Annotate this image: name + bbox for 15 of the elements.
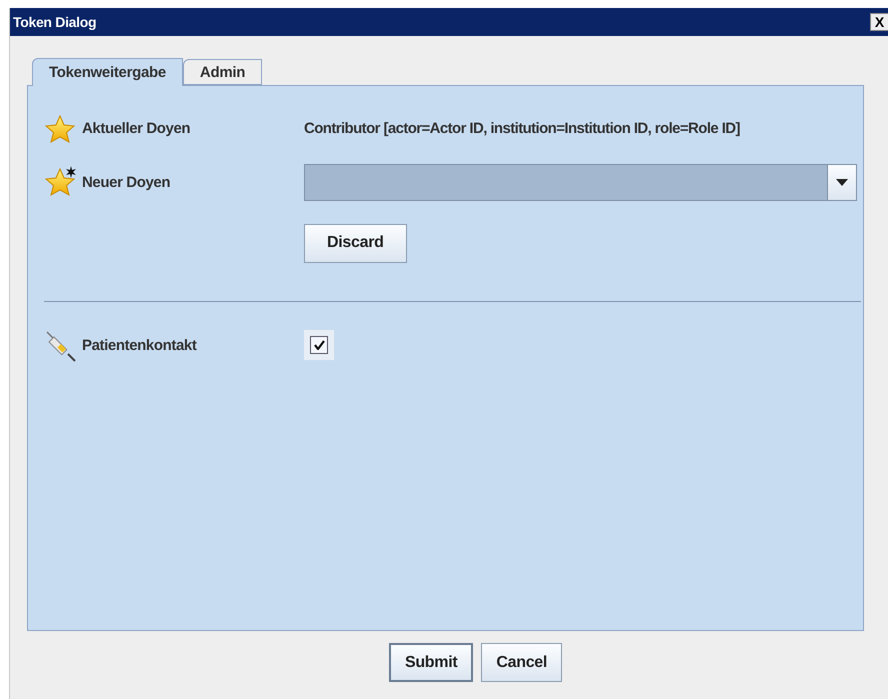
dropdown-arrow-button[interactable] [827, 164, 856, 200]
check-icon [314, 340, 324, 350]
field-label: Neuer Doyen [82, 174, 170, 190]
field-label: Patientenkontakt [82, 336, 196, 354]
window-title: Token Dialog [13, 14, 96, 30]
cancel-button[interactable]: Cancel [481, 643, 562, 682]
current-doyen-value: Contributor [actor=Actor ID, institution=Institution ID, role=Role ID] [304, 120, 740, 137]
tab[interactable]: Tokenweitergabe [32, 58, 183, 86]
close-button[interactable]: X [870, 13, 888, 31]
discard-button[interactable]: Discard [304, 224, 407, 262]
submit-button[interactable]: Submit [388, 643, 474, 682]
tab[interactable]: Admin [182, 59, 262, 85]
patient-contact-checkbox[interactable] [304, 330, 334, 360]
field-label: Aktueller Doyen [82, 120, 190, 137]
caret-icon [836, 178, 848, 186]
